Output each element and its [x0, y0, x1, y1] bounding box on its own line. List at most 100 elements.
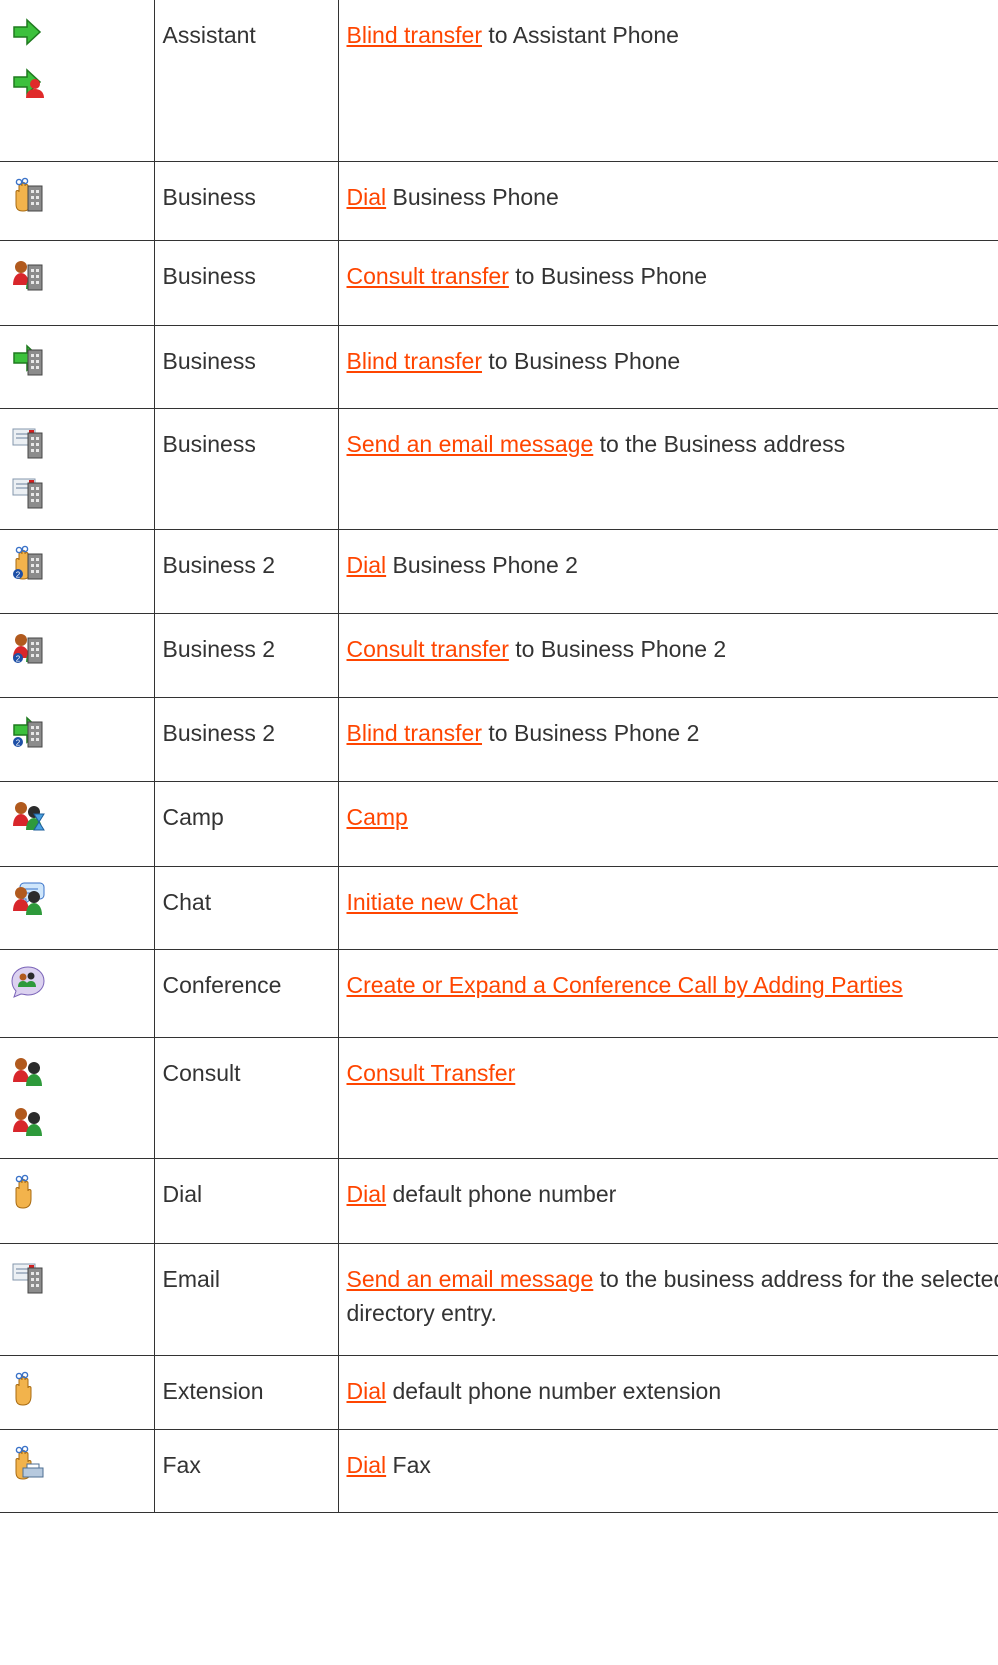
chat-people-icon	[10, 881, 46, 917]
action-label: Business 2	[153, 696, 339, 782]
consult-building-icon	[10, 255, 46, 291]
action-label: Business 2	[153, 612, 339, 698]
action-link[interactable]: Send an email message	[347, 1266, 594, 1292]
action-description: Dial Fax	[337, 1428, 998, 1513]
icon-cell	[0, 1428, 155, 1513]
action-description: Dial Business Phone 2	[337, 528, 998, 614]
description-text: to Business Phone	[482, 347, 681, 374]
icon-cell	[0, 1242, 155, 1356]
table-row: Extension Dial default phone number exten…	[0, 1354, 998, 1430]
icon-cell	[0, 0, 155, 162]
action-description: Initiate new Chat	[337, 865, 998, 950]
description-text: Business Phone	[386, 183, 559, 210]
icon-cell: 2	[0, 696, 155, 782]
icon-cell	[0, 948, 155, 1038]
icon-cell	[0, 865, 155, 950]
arrow-person-icon	[10, 64, 46, 100]
action-link[interactable]: Dial	[347, 1452, 387, 1478]
action-description: Consult transfer to Business Phone 2	[337, 612, 998, 698]
action-link[interactable]: Blind transfer	[347, 720, 483, 746]
icon-cell	[0, 324, 155, 409]
action-label: Dial	[153, 1157, 339, 1244]
table-row: 2 Business 2 Blind transfer to Business Ph…	[0, 696, 998, 782]
action-label: Business	[153, 239, 339, 326]
table-row: Chat Initiate new Chat	[0, 865, 998, 950]
action-link[interactable]: Consult Transfer	[347, 1060, 516, 1086]
action-description: Blind transfer to Business Phone 2	[337, 696, 998, 782]
icon-cell	[0, 1157, 155, 1244]
action-link[interactable]: Consult transfer	[347, 263, 509, 289]
action-link[interactable]: Camp	[347, 804, 408, 830]
icon-cell: 2	[0, 612, 155, 698]
action-description: Blind transfer to Business Phone	[337, 324, 998, 409]
actions-table-body: Assistant Blind transfer to Assistant Pho…	[0, 0, 998, 1513]
icon-cell	[0, 239, 155, 326]
icon-cell	[0, 1036, 155, 1159]
table-row: Email Send an email message to the busine…	[0, 1242, 998, 1356]
consult-building-2-icon: 2	[10, 628, 46, 664]
action-label: Consult	[153, 1036, 339, 1159]
action-label: Business	[153, 160, 339, 241]
consult-person-icon	[10, 1102, 46, 1138]
dial-building-icon	[10, 176, 46, 212]
dial-hand-icon	[10, 1173, 46, 1209]
conference-icon	[10, 964, 46, 1000]
action-label: Extension	[153, 1354, 339, 1430]
action-link[interactable]: Send an email message	[347, 431, 594, 457]
action-link[interactable]: Dial	[347, 552, 387, 578]
table-row: Business Dial Business Phone	[0, 160, 998, 241]
arrow-building-2-icon: 2	[10, 712, 46, 748]
action-label: Conference	[153, 948, 339, 1038]
action-label: Chat	[153, 865, 339, 950]
action-label: Fax	[153, 1428, 339, 1513]
action-description: Create or Expand a Conference Call by Ad…	[337, 948, 998, 1038]
action-label: Business	[153, 407, 339, 530]
table-row: Camp Camp	[0, 780, 998, 867]
icon-cell	[0, 780, 155, 867]
action-link[interactable]: Dial	[347, 1181, 387, 1207]
svg-text:2: 2	[16, 570, 21, 579]
table-row: Business Consult transfer to Business Pho…	[0, 239, 998, 326]
table-row: Assistant Blind transfer to Assistant Pho…	[0, 0, 998, 162]
actions-table: Assistant Blind transfer to Assistant Pho…	[0, 0, 998, 1513]
action-label: Email	[153, 1242, 339, 1356]
action-description: Dial default phone number	[337, 1157, 998, 1244]
action-link[interactable]: Dial	[347, 184, 387, 210]
action-description: Consult Transfer	[337, 1036, 998, 1159]
dial-building-2-icon: 2	[10, 544, 46, 580]
action-description: Dial Business Phone	[337, 160, 998, 241]
description-text: default phone number	[386, 1180, 617, 1207]
email-card-icon	[10, 473, 46, 509]
table-row: Business Blind transfer to Business Phone	[0, 324, 998, 409]
action-link[interactable]: Blind transfer	[347, 348, 483, 374]
dial-hand-icon	[10, 1370, 46, 1406]
dial-fax-icon	[10, 1444, 46, 1480]
action-description: Blind transfer to Assistant Phone	[337, 0, 998, 162]
table-row: 2 Business 2 Dial Business Phone 2	[0, 528, 998, 614]
camp-hourglass-icon	[10, 796, 46, 832]
action-link[interactable]: Initiate new Chat	[347, 889, 518, 915]
action-description: Consult transfer to Business Phone	[337, 239, 998, 326]
action-link[interactable]: Blind transfer	[347, 22, 483, 48]
action-description: Send an email message to the business ad…	[337, 1242, 998, 1356]
action-link[interactable]: Dial	[347, 1378, 387, 1404]
action-link[interactable]: Consult transfer	[347, 636, 509, 662]
description-text: to Business Phone	[508, 262, 708, 289]
description-text: to the Business address	[593, 430, 846, 457]
icon-cell	[0, 160, 155, 241]
green-arrow-icon	[10, 14, 46, 50]
svg-text:2: 2	[16, 654, 21, 663]
email-building-icon	[10, 1258, 46, 1294]
description-text: to Business Phone 2	[482, 719, 700, 746]
svg-text:2: 2	[16, 738, 21, 747]
icon-cell: 2	[0, 528, 155, 614]
icon-cell	[0, 407, 155, 530]
email-building-icon	[10, 423, 46, 459]
arrow-building-icon	[10, 340, 46, 376]
action-label: Camp	[153, 780, 339, 867]
table-row: Conference Create or Expand a Conference …	[0, 948, 998, 1038]
action-label: Business 2	[153, 528, 339, 614]
action-link[interactable]: Create or Expand a Conference Call by Ad…	[347, 972, 903, 998]
table-row: 2 Business 2 Consult transfer to Business …	[0, 612, 998, 698]
table-row: Business Send an email message to the Bus…	[0, 407, 998, 530]
